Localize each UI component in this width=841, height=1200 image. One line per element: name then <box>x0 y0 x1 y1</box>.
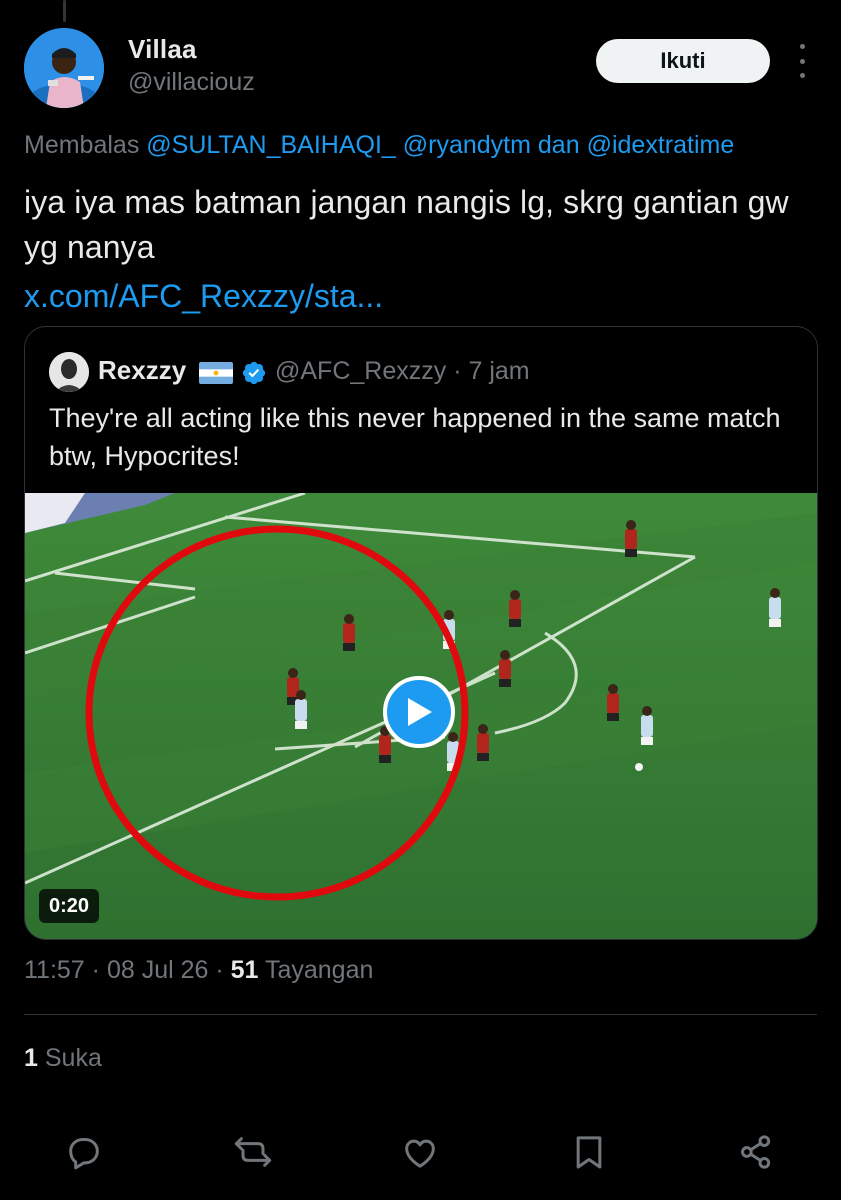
quoted-tweet-text: They're all acting like this never happe… <box>49 403 781 471</box>
mention-link[interactable]: @SULTAN_BAIHAQI_ <box>146 131 396 159</box>
reply-prefix: Membalas <box>24 131 140 159</box>
likes-summary[interactable]: 1 Suka <box>24 1044 102 1073</box>
quoted-handle-time: @AFC_Rexzzy · 7 jam <box>275 357 530 386</box>
verified-badge-icon <box>241 360 267 386</box>
like-icon[interactable] <box>396 1128 444 1176</box>
meta-separator: · <box>91 956 100 984</box>
tweet-meta: 11:57 · 08 Jul 26 · 51 Tayangan <box>24 956 373 985</box>
action-bar <box>0 1124 841 1180</box>
play-button[interactable] <box>383 676 455 748</box>
video-player[interactable]: 0:20 <box>25 493 817 939</box>
mention-link[interactable]: @ryandytm <box>403 131 531 159</box>
quoted-handle[interactable]: @AFC_Rexzzy <box>275 357 446 385</box>
avatar-icon <box>24 28 104 108</box>
reply-conjunction: dan <box>537 131 580 159</box>
tweet-date[interactable]: 08 Jul 26 <box>107 956 208 984</box>
thread-connector-line <box>63 0 66 22</box>
quoted-display-name[interactable]: Rexzzy <box>98 355 186 386</box>
reply-context: Membalas @SULTAN_BAIHAQI_ @ryandytm dan … <box>24 131 734 160</box>
more-options-icon[interactable] <box>792 44 812 78</box>
video-duration: 0:20 <box>39 889 100 923</box>
meta-separator: · <box>215 956 224 984</box>
play-icon <box>408 698 432 726</box>
reply-icon[interactable] <box>60 1128 108 1176</box>
author-display-name[interactable]: Villaa <box>128 34 197 65</box>
likes-count: 1 <box>24 1044 38 1072</box>
bookmark-icon[interactable] <box>565 1128 613 1176</box>
likes-label: Suka <box>44 1044 102 1072</box>
author-handle[interactable]: @villaciouz <box>128 68 255 97</box>
divider <box>24 1014 817 1015</box>
tweet-text: iya iya mas batman jangan nangis lg, skr… <box>24 184 789 265</box>
quoted-tweet-card[interactable]: Rexzzy @AFC_Rexzzy · 7 jam They're all a… <box>24 326 818 940</box>
follow-button[interactable]: Ikuti <box>596 39 770 83</box>
quoted-time: · 7 jam <box>453 357 530 385</box>
tweet-time[interactable]: 11:57 <box>24 956 85 984</box>
retweet-icon[interactable] <box>229 1128 277 1176</box>
author-avatar[interactable] <box>24 28 104 108</box>
tweet-link[interactable]: x.com/AFC_Rexzzy/sta... <box>24 276 383 316</box>
mention-link[interactable]: @idextratime <box>587 131 735 159</box>
quoted-author-avatar[interactable] <box>49 352 89 392</box>
share-icon[interactable] <box>732 1128 780 1176</box>
views-count: 51 <box>230 956 259 984</box>
argentina-flag-icon <box>199 362 233 384</box>
views-label: Tayangan <box>264 956 374 984</box>
